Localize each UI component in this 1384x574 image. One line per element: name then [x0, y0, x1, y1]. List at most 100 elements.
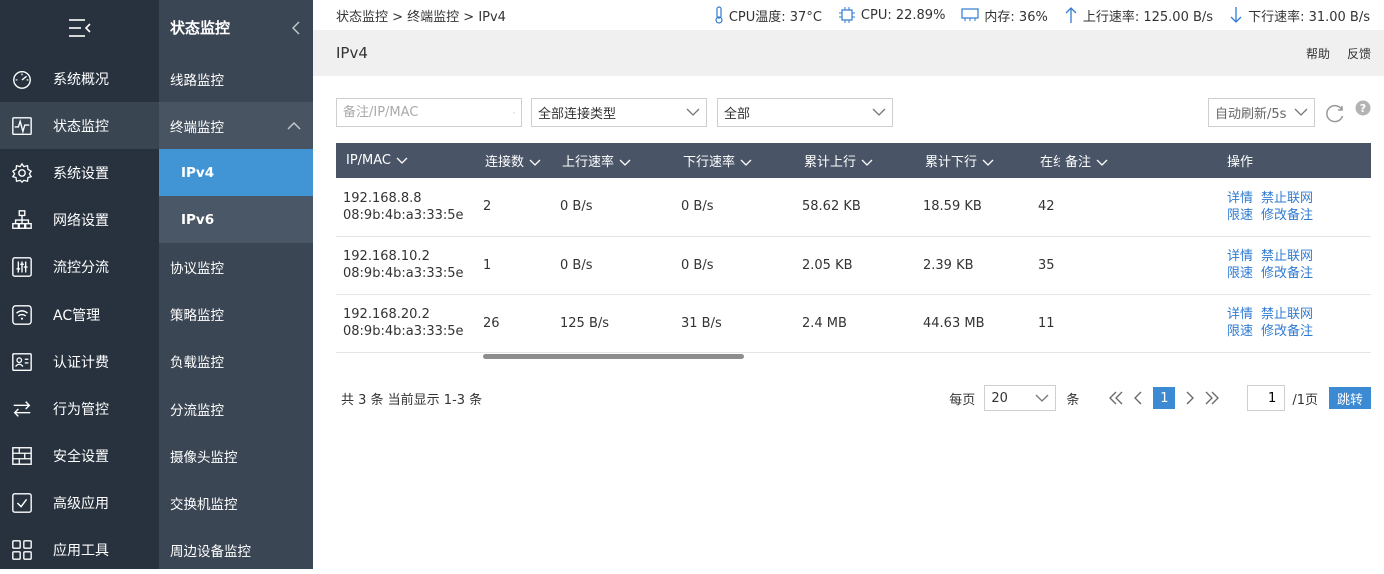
- next-page-button[interactable]: [1179, 387, 1201, 409]
- cpu-text: CPU: 22.89%: [860, 7, 946, 23]
- col-online[interactable]: 在线: [1036, 143, 1060, 178]
- status-bar: 状态监控 > 终端监控 > IPv4 CPU温度: 37°C CPU: 22.8…: [313, 0, 1384, 30]
- nav-item-flow-control[interactable]: 流控分流: [0, 244, 159, 291]
- nav-item-advanced[interactable]: 高级应用: [0, 480, 159, 527]
- horizontal-scrollbar[interactable]: [483, 354, 744, 359]
- sort-chevron-icon: [529, 159, 541, 166]
- block-network-link[interactable]: 禁止联网: [1261, 307, 1313, 322]
- subnav-item-label: 协议监控: [170, 260, 224, 277]
- nav-item-label: 安全设置: [53, 449, 109, 466]
- col-total-up[interactable]: 累计上行: [794, 143, 915, 178]
- subnav-item-ipv6[interactable]: IPv6: [159, 196, 313, 244]
- nav-item-auth-billing[interactable]: 认证计费: [0, 338, 159, 385]
- sort-chevron-icon: [396, 157, 408, 164]
- note-cell: [1060, 178, 1227, 237]
- subnav-item-label: 策略监控: [170, 308, 224, 325]
- sliders-icon: [10, 255, 34, 279]
- scope-select[interactable]: 全部: [717, 98, 893, 127]
- menu-collapse-button[interactable]: [0, 0, 159, 55]
- double-chevron-left-icon: [1109, 391, 1123, 405]
- nav-item-ac-manage[interactable]: AC管理: [0, 291, 159, 338]
- table-row: 192.168.8.8 08:9b:4b:a3:33:5e 2 0 B/s 0 B…: [336, 178, 1371, 237]
- chevron-right-icon: [1186, 391, 1195, 405]
- nav-item-system-settings[interactable]: 系统设置: [0, 149, 159, 196]
- block-network-link[interactable]: 禁止联网: [1261, 191, 1313, 206]
- first-page-button[interactable]: [1105, 387, 1127, 409]
- page-header: IPv4 帮助 反馈: [313, 30, 1384, 76]
- edit-note-link[interactable]: 修改备注: [1261, 324, 1313, 339]
- detail-link[interactable]: 详情: [1227, 191, 1253, 206]
- rate-limit-link[interactable]: 限速: [1227, 324, 1253, 339]
- help-circle-icon[interactable]: ?: [1355, 100, 1371, 116]
- subnav-item-peripheral[interactable]: 周边设备监控: [159, 527, 313, 574]
- per-page-value: 20: [991, 390, 1008, 406]
- last-page-button[interactable]: [1201, 387, 1223, 409]
- jump-button[interactable]: 跳转: [1328, 387, 1371, 409]
- edit-note-link[interactable]: 修改备注: [1261, 208, 1313, 223]
- prev-page-button[interactable]: [1127, 387, 1149, 409]
- subnav-item-switch[interactable]: 交换机监控: [159, 479, 313, 526]
- goto-page-input[interactable]: [1247, 385, 1286, 411]
- dashboard-icon: [10, 67, 34, 91]
- page-number-current[interactable]: 1: [1153, 387, 1176, 409]
- search-icon[interactable]: [513, 105, 515, 121]
- nav-item-network-settings[interactable]: 网络设置: [0, 197, 159, 244]
- nav-item-tools[interactable]: 应用工具: [0, 527, 159, 574]
- nav-item-label: 系统概况: [53, 71, 109, 88]
- auto-refresh-select[interactable]: 自动刷新/5s: [1208, 98, 1315, 127]
- chevron-down-icon: [872, 108, 886, 116]
- subnav-item-ipv4[interactable]: IPv4: [159, 149, 313, 197]
- help-link[interactable]: 帮助: [1306, 47, 1330, 61]
- total-up-cell: 2.05 KB: [794, 236, 915, 295]
- block-network-link[interactable]: 禁止联网: [1261, 249, 1313, 264]
- col-label: 备注: [1065, 155, 1092, 170]
- apps-icon: [10, 538, 34, 562]
- detail-link[interactable]: 详情: [1227, 249, 1253, 264]
- nav-item-overview[interactable]: 系统概况: [0, 55, 159, 102]
- thermometer-icon: [715, 6, 723, 24]
- col-label: 累计下行: [925, 155, 978, 170]
- search-input[interactable]: [343, 105, 513, 120]
- nav-item-label: 应用工具: [53, 543, 109, 560]
- col-up-rate[interactable]: 上行速率: [552, 143, 673, 178]
- nav-item-label: 系统设置: [53, 165, 109, 182]
- detail-link[interactable]: 详情: [1227, 307, 1253, 322]
- subnav-item-camera[interactable]: 摄像头监控: [159, 432, 313, 479]
- nav-item-label: 行为管控: [53, 401, 109, 418]
- subnav-item-load[interactable]: 负载监控: [159, 338, 313, 385]
- refresh-icon[interactable]: [1324, 102, 1346, 124]
- col-conns[interactable]: 连接数: [475, 143, 552, 178]
- ip-mac-cell: 192.168.8.8 08:9b:4b:a3:33:5e: [336, 178, 475, 237]
- nav-item-behavior-control[interactable]: 行为管控: [0, 385, 159, 432]
- subnav-item-protocol[interactable]: 协议监控: [159, 243, 313, 290]
- subnav-item-split[interactable]: 分流监控: [159, 385, 313, 432]
- pulse-icon: [10, 114, 34, 138]
- arrow-down-icon: [1230, 7, 1242, 23]
- per-page-select[interactable]: 20: [984, 385, 1057, 411]
- up-rate-cell: 125 B/s: [552, 294, 673, 353]
- col-down-rate[interactable]: 下行速率: [673, 143, 794, 178]
- nav-item-label: 状态监控: [53, 118, 109, 135]
- conns-cell: 26: [475, 294, 552, 353]
- id-card-icon: [10, 350, 34, 374]
- subnav-item-terminal-monitor[interactable]: 终端监控: [159, 102, 313, 150]
- main-nav: 系统概况 状态监控 系统设置 网络设置 流控分流 AC管理 认证计费 行为管控 …: [0, 0, 159, 569]
- subnav-item-policy[interactable]: 策略监控: [159, 291, 313, 338]
- rate-limit-link[interactable]: 限速: [1227, 208, 1253, 223]
- subnav-item-line-monitor[interactable]: 线路监控: [159, 55, 313, 102]
- total-down-cell: 2.39 KB: [915, 236, 1036, 295]
- conns-cell: 2: [475, 178, 552, 237]
- rate-limit-link[interactable]: 限速: [1227, 266, 1253, 281]
- subnav-collapse-icon[interactable]: [291, 21, 301, 35]
- feedback-link[interactable]: 反馈: [1347, 47, 1371, 61]
- mac-text: 08:9b:4b:a3:33:5e: [343, 324, 464, 339]
- nav-item-status[interactable]: 状态监控: [0, 102, 159, 150]
- col-ip-mac[interactable]: IP/MAC: [336, 143, 475, 178]
- connection-type-select[interactable]: 全部连接类型: [531, 98, 707, 127]
- edit-note-link[interactable]: 修改备注: [1261, 266, 1313, 281]
- online-cell: 35: [1036, 236, 1060, 295]
- nav-item-security[interactable]: 安全设置: [0, 433, 159, 480]
- col-total-down[interactable]: 累计下行: [915, 143, 1036, 178]
- mac-text: 08:9b:4b:a3:33:5e: [343, 266, 464, 281]
- col-note[interactable]: 备注: [1060, 143, 1227, 178]
